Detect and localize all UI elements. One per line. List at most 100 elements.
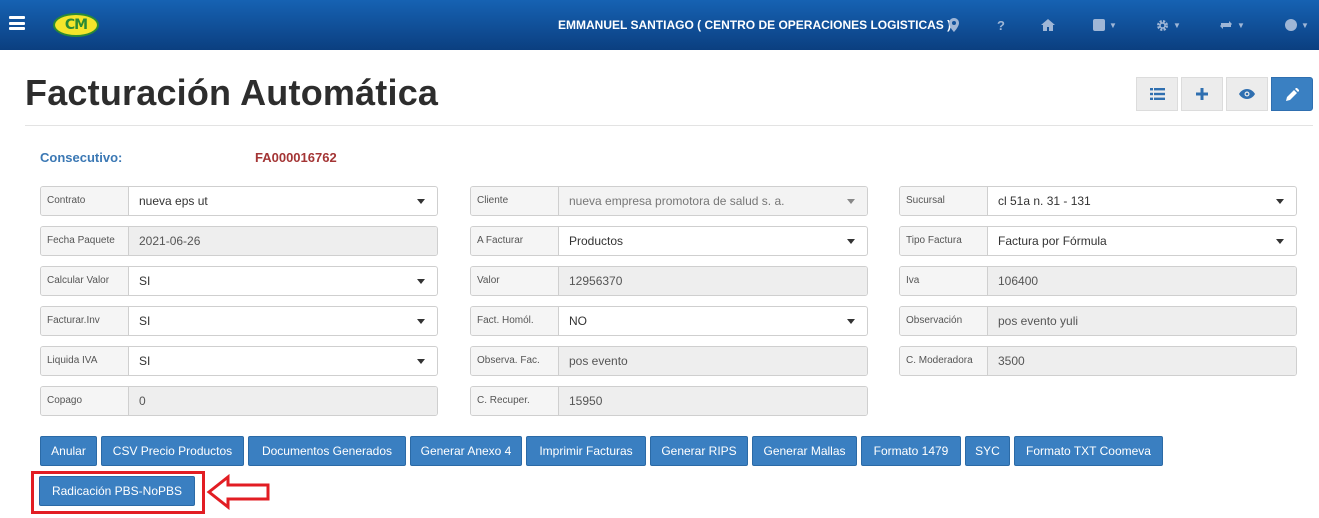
documentos-generados-button[interactable]: Documentos Generados [248, 436, 406, 466]
c-moderadora-input[interactable]: 3500 [988, 347, 1296, 375]
copago-field[interactable]: Copago 0 [40, 386, 438, 416]
a-facturar-select[interactable]: Productos [559, 227, 867, 255]
valor-label: Valor [471, 267, 559, 295]
iva-field[interactable]: Iva 106400 [899, 266, 1297, 296]
observa-fac-value: pos evento [569, 354, 628, 368]
tipo-factura-field[interactable]: Tipo Factura Factura por Fórmula [899, 226, 1297, 256]
a-facturar-field[interactable]: A Facturar Productos [470, 226, 868, 256]
a-facturar-label: A Facturar [471, 227, 559, 255]
observacion-input[interactable]: pos evento yuli [988, 307, 1296, 335]
csv-precio-productos-button[interactable]: CSV Precio Productos [101, 436, 244, 466]
consecutivo-value: FA000016762 [255, 150, 337, 165]
formato-1479-button[interactable]: Formato 1479 [861, 436, 961, 466]
title-divider [25, 125, 1313, 126]
observacion-value: pos evento yuli [998, 314, 1079, 328]
chevron-down-icon [847, 199, 855, 204]
copago-value: 0 [139, 394, 146, 408]
liquida-iva-value: SI [139, 354, 151, 368]
observa-fac-label: Observa. Fac. [471, 347, 559, 375]
c-recuper-label: C. Recuper. [471, 387, 559, 415]
logo-text: CM [64, 17, 88, 33]
observa-fac-input[interactable]: pos evento [559, 347, 867, 375]
company-logo[interactable]: CM [53, 13, 99, 37]
sucursal-field[interactable]: Sucursal cl 51a n. 31 - 131 [899, 186, 1297, 216]
c-moderadora-label: C. Moderadora [900, 347, 988, 375]
list-button[interactable] [1136, 77, 1178, 111]
square-icon[interactable]: ▼ [1093, 14, 1117, 36]
iva-label: Iva [900, 267, 988, 295]
observacion-label: Observación [900, 307, 988, 335]
fecha-paquete-field[interactable]: Fecha Paquete 2021-06-26 [40, 226, 438, 256]
liquida-iva-select[interactable]: SI [129, 347, 437, 375]
facturar-inv-select[interactable]: SI [129, 307, 437, 335]
copago-input[interactable]: 0 [129, 387, 437, 415]
iva-value: 106400 [998, 274, 1039, 288]
facturar-inv-field[interactable]: Facturar.Inv SI [40, 306, 438, 336]
user-circle-icon[interactable]: ▼ [1285, 14, 1309, 36]
gear-icon[interactable]: ▼ [1156, 14, 1181, 36]
generar-rips-button[interactable]: Generar RIPS [650, 436, 748, 466]
page-title: Facturación Automática [25, 72, 439, 113]
c-moderadora-field[interactable]: C. Moderadora 3500 [899, 346, 1297, 376]
home-icon[interactable] [1041, 14, 1055, 36]
observa-fac-field[interactable]: Observa. Fac. pos evento [470, 346, 868, 376]
top-navbar: CM EMMANUEL SANTIAGO ( CENTRO DE OPERACI… [0, 0, 1319, 50]
c-recuper-input[interactable]: 15950 [559, 387, 867, 415]
syc-button[interactable]: SYC [965, 436, 1010, 466]
calcular-valor-value: SI [139, 274, 151, 288]
calcular-valor-label: Calcular Valor [41, 267, 129, 295]
tipo-factura-label: Tipo Factura [900, 227, 988, 255]
fact-homol-select[interactable]: NO [559, 307, 867, 335]
chevron-down-icon: ▼ [1173, 20, 1181, 30]
chevron-down-icon: ▼ [1109, 20, 1117, 30]
iva-input[interactable]: 106400 [988, 267, 1296, 295]
c-recuper-field[interactable]: C. Recuper. 15950 [470, 386, 868, 416]
chevron-down-icon [847, 239, 855, 244]
edit-button[interactable] [1271, 77, 1313, 111]
fact-homol-label: Fact. Homól. [471, 307, 559, 335]
c-moderadora-value: 3500 [998, 354, 1025, 368]
valor-field[interactable]: Valor 12956370 [470, 266, 868, 296]
formato-txt-coomeva-button[interactable]: Formato TXT Coomeva [1014, 436, 1163, 466]
generar-anexo4-button[interactable]: Generar Anexo 4 [410, 436, 522, 466]
radicacion-pbs-nopbs-button[interactable]: Radicación PBS-NoPBS [39, 476, 195, 506]
contrato-field[interactable]: Contrato nueva eps ut [40, 186, 438, 216]
eye-icon [1239, 89, 1255, 99]
add-button[interactable] [1181, 77, 1223, 111]
calcular-valor-field[interactable]: Calcular Valor SI [40, 266, 438, 296]
pointer-arrow-icon [206, 474, 270, 510]
contrato-select[interactable]: nueva eps ut [129, 187, 437, 215]
chevron-down-icon [1276, 199, 1284, 204]
user-name[interactable]: EMMANUEL SANTIAGO ( CENTRO DE OPERACIONE… [558, 18, 951, 32]
sucursal-label: Sucursal [900, 187, 988, 215]
observacion-field[interactable]: Observación pos evento yuli [899, 306, 1297, 336]
contrato-label: Contrato [41, 187, 129, 215]
hamburger-icon[interactable] [9, 16, 25, 30]
imprimir-facturas-button[interactable]: Imprimir Facturas [526, 436, 646, 466]
list-icon [1149, 88, 1165, 100]
fecha-paquete-value: 2021-06-26 [139, 234, 201, 248]
facturar-inv-value: SI [139, 314, 151, 328]
sucursal-select[interactable]: cl 51a n. 31 - 131 [988, 187, 1296, 215]
valor-input[interactable]: 12956370 [559, 267, 867, 295]
cliente-field[interactable]: Cliente nueva empresa promotora de salud… [470, 186, 868, 216]
calcular-valor-select[interactable]: SI [129, 267, 437, 295]
generar-mallas-button[interactable]: Generar Mallas [752, 436, 857, 466]
map-marker-icon[interactable] [949, 14, 959, 36]
copago-label: Copago [41, 387, 129, 415]
question-icon[interactable]: ? [997, 14, 1005, 36]
chevron-down-icon: ▼ [1237, 20, 1245, 30]
chevron-down-icon [417, 279, 425, 284]
anular-button[interactable]: Anular [40, 436, 97, 466]
fact-homol-field[interactable]: Fact. Homól. NO [470, 306, 868, 336]
facturar-inv-label: Facturar.Inv [41, 307, 129, 335]
chevron-down-icon [847, 319, 855, 324]
liquida-iva-field[interactable]: Liquida IVA SI [40, 346, 438, 376]
tipo-factura-select[interactable]: Factura por Fórmula [988, 227, 1296, 255]
pencil-icon [1285, 87, 1299, 101]
cliente-select[interactable]: nueva empresa promotora de salud s. a. [559, 187, 867, 215]
refresh-icon[interactable]: ▼ [1219, 14, 1245, 36]
fecha-paquete-input[interactable]: 2021-06-26 [129, 227, 437, 255]
sucursal-value: cl 51a n. 31 - 131 [998, 194, 1091, 208]
view-button[interactable] [1226, 77, 1268, 111]
